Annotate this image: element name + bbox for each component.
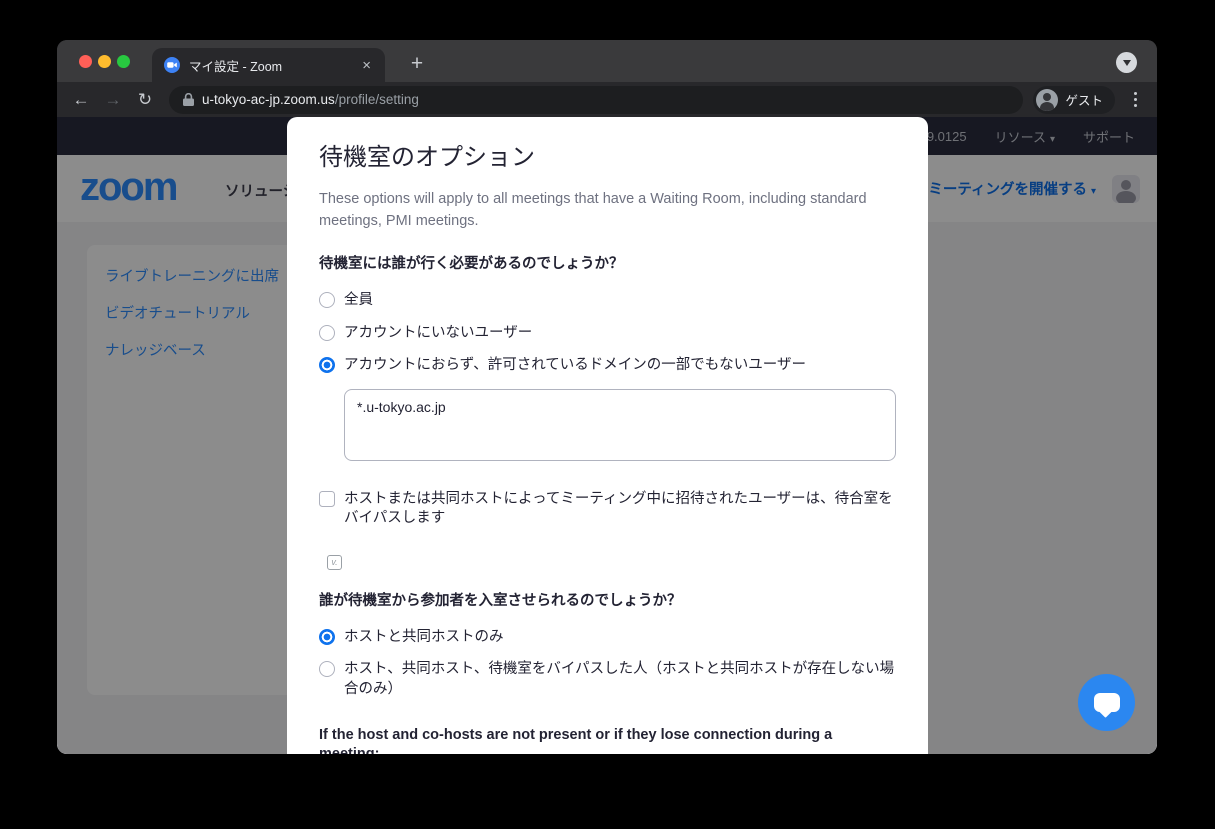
close-window-button[interactable] [79,55,92,68]
new-tab-button[interactable]: + [403,51,431,79]
radio-icon[interactable] [319,325,335,341]
url-domain: u-tokyo-ac-jp.zoom.us [202,92,335,107]
host-connection-lost-label: If the host and co-hosts are not present… [319,726,896,754]
chat-bubble-icon [1094,693,1120,712]
browser-toolbar: ← → ↻ u-tokyo-ac-jp.zoom.us/profile/sett… [57,82,1157,117]
browser-menu-button[interactable] [1123,86,1147,114]
modal-title: 待機室のオプション [319,143,896,173]
q1-radio-group: 全員 アカウントにいないユーザー アカウントにおらず、許可されているドメインの一… [319,291,896,461]
browser-window: マイ設定 - Zoom × + ← → ↻ u-tokyo-ac-jp.zoom… [57,40,1157,754]
traffic-lights [79,55,130,68]
radio-icon[interactable] [319,661,335,677]
lock-icon [183,93,194,106]
fullscreen-window-button[interactable] [117,55,130,68]
address-bar[interactable]: u-tokyo-ac-jp.zoom.us/profile/setting [169,86,1023,114]
unknown-glyph-icon: v. [327,555,342,570]
question-who-goes-to-waiting-room: 待機室には誰が行く必要があるのでしょうか？ [319,255,896,274]
radio-icon-selected[interactable] [319,629,335,645]
checkbox-icon[interactable] [319,491,335,507]
page-viewport: 88.799.0125 リソース▾ サポート zoom ソリューシ ミーティング… [57,117,1157,754]
q2-radio-group: ホストと共同ホストのみ ホスト、共同ホスト、待機室をバイパスした人（ホストと共同… [319,628,896,700]
browser-profile-button[interactable]: ゲスト [1033,86,1115,114]
radio-icon-selected[interactable] [319,357,335,373]
profile-avatar-icon [1036,89,1058,111]
waiting-room-options-modal: 待機室のオプション These options will apply to al… [287,117,928,754]
tab-search-button[interactable] [1116,52,1137,73]
radio-option-host-cohosts-bypassed[interactable]: ホスト、共同ホスト、待機室をバイパスした人（ホストと共同ホストが存在しない場合の… [319,660,896,699]
url-text: u-tokyo-ac-jp.zoom.us/profile/setting [202,92,419,107]
tab-close-icon[interactable]: × [360,57,373,74]
radio-option-users-not-in-account[interactable]: アカウントにいないユーザー [319,324,896,344]
url-path: /profile/setting [335,92,419,107]
modal-description: These options will apply to all meetings… [319,188,871,232]
chat-widget-button[interactable] [1078,674,1135,731]
title-bar: マイ設定 - Zoom × + [57,40,1157,82]
minimize-window-button[interactable] [98,55,111,68]
radio-option-everyone[interactable]: 全員 [319,291,896,311]
allowed-domains-textarea[interactable]: *.u-tokyo.ac.jp [344,389,896,461]
zoom-favicon-icon [164,57,180,73]
question-who-can-admit: 誰が待機室から参加者を入室させられるのでしょうか？ [319,592,896,611]
tab-title: マイ設定 - Zoom [189,56,360,75]
back-button[interactable]: ← [67,86,95,114]
bypass-waiting-room-checkbox-row[interactable]: ホストまたは共同ホストによってミーティング中に招待されたユーザーは、待合室をバイ… [319,490,896,529]
profile-label: ゲスト [1065,90,1103,109]
forward-button[interactable]: → [99,86,127,114]
reload-button[interactable]: ↻ [131,86,159,114]
radio-icon[interactable] [319,292,335,308]
radio-option-host-and-cohosts-only[interactable]: ホストと共同ホストのみ [319,628,896,648]
browser-tab[interactable]: マイ設定 - Zoom × [152,48,385,82]
radio-option-users-not-in-account-or-domains[interactable]: アカウントにおらず、許可されているドメインの一部でもないユーザー [319,356,896,376]
chevron-down-icon [1123,60,1131,66]
